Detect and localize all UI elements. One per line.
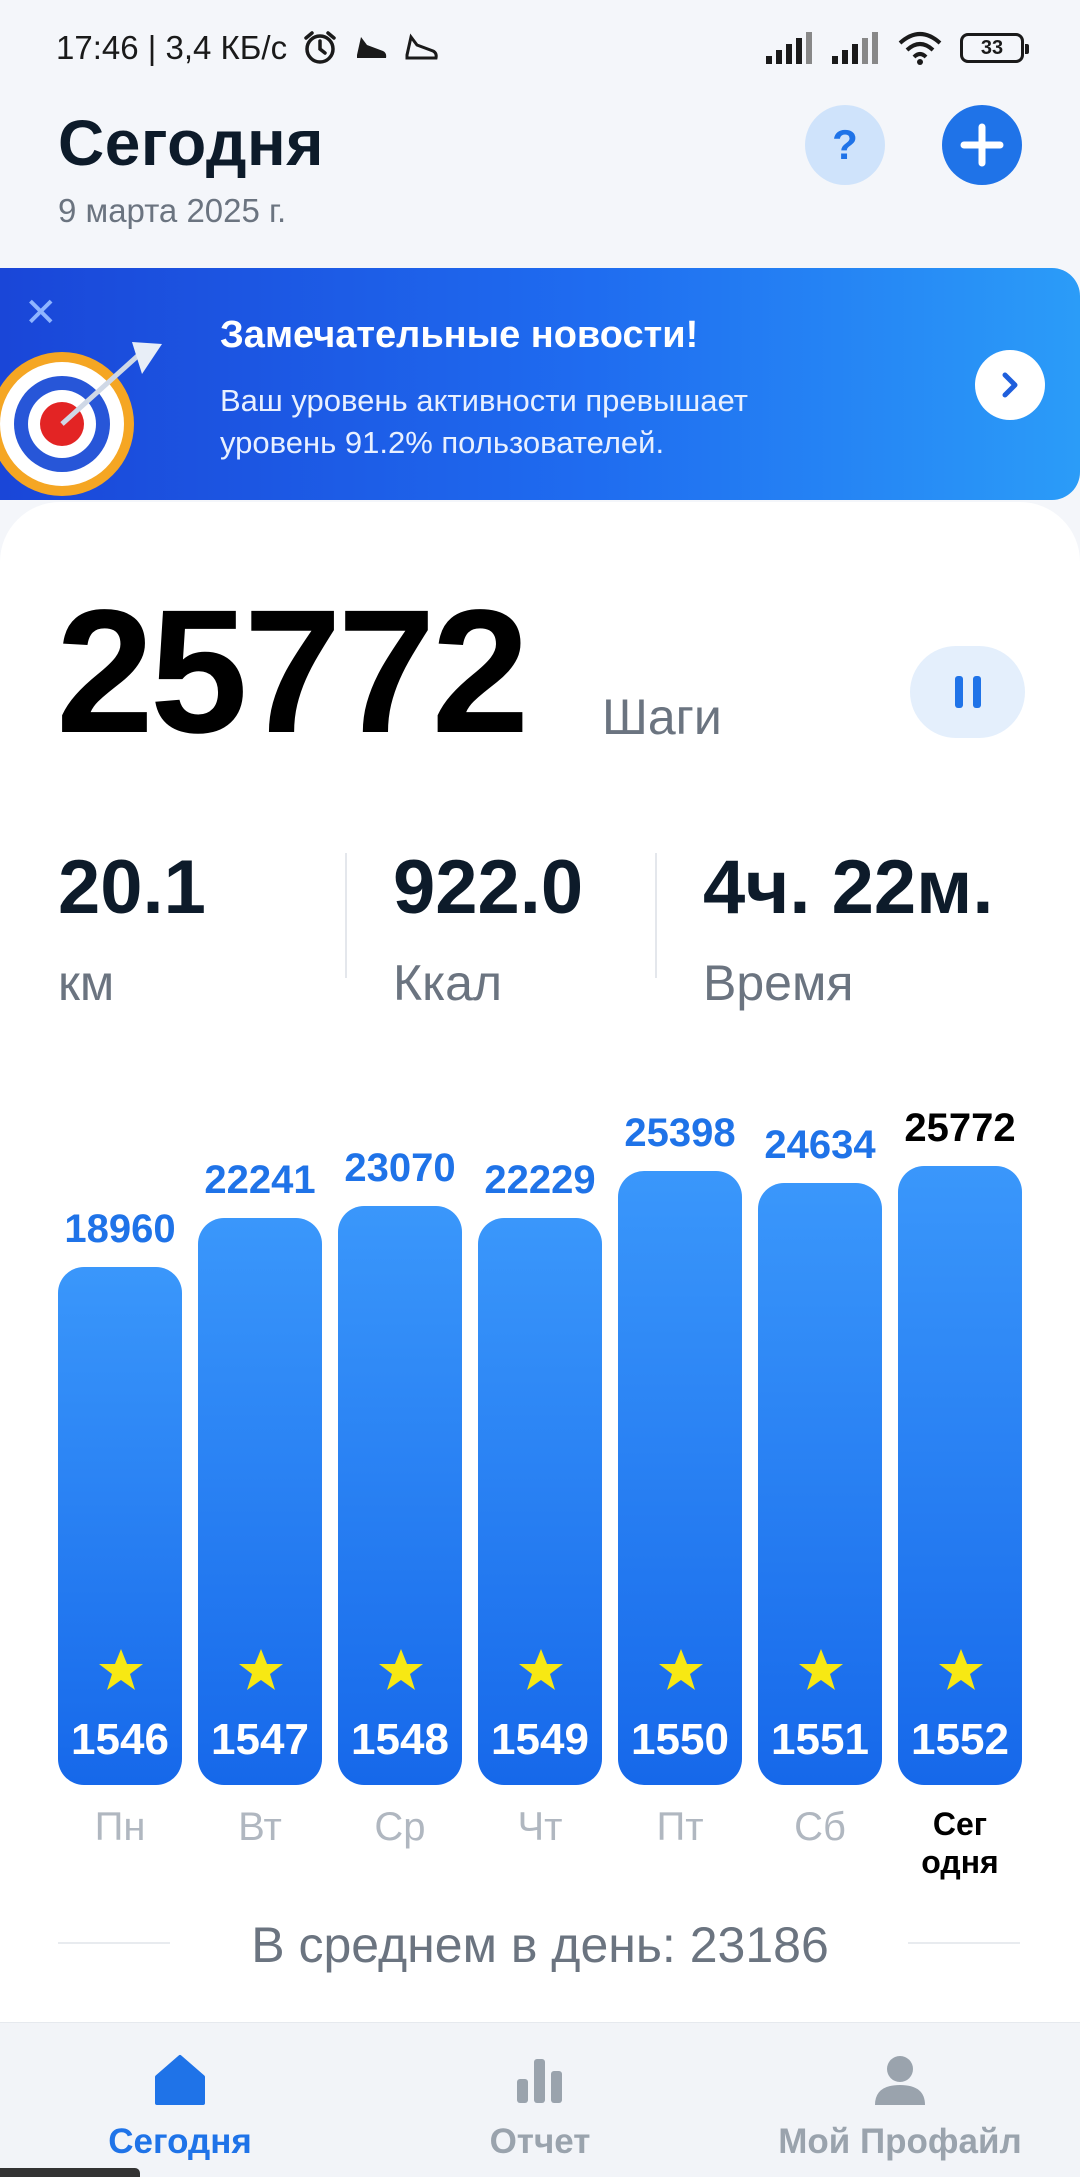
profile-icon [875,2056,925,2105]
question-icon: ? [832,121,858,168]
bar-rank-label: 1546 [71,1714,169,1764]
stat-value: 20.1 [58,845,206,930]
bar-chart-icon [517,2059,562,2103]
bar-rank-label: 1551 [771,1714,869,1764]
stat-distance: 20.1 км [58,850,206,1012]
page-date: 9 марта 2025 г. [58,192,287,229]
steps-unit: Шаги [602,689,722,745]
shoe-icon [353,33,389,63]
stat-label: км [58,955,115,1011]
bar-day-label: Сб [794,1805,846,1849]
star-icon [238,1647,284,1693]
bar-rank-label: 1549 [491,1714,589,1764]
bar-rank-label: 1552 [911,1714,1009,1764]
bar-day-label: Пн [94,1805,146,1849]
plus-icon [960,123,1004,167]
steps-count: 25772 [56,574,529,770]
add-button[interactable] [942,105,1022,185]
nav-label: Сегодня [108,2122,252,2161]
bar-value-label: 22229 [484,1158,596,1203]
star-icon [798,1647,844,1693]
chart-bar[interactable]: 1546 [58,1266,182,1785]
pause-icon [954,676,963,708]
stat-value: 4ч. 22м. [703,845,994,930]
signal-icon [832,32,880,64]
pause-button[interactable] [910,646,1025,738]
chart-bar[interactable]: 1548 [338,1205,462,1785]
stat-time: 4ч. 22м. Время [703,850,994,1012]
chart-bar[interactable]: 1551 [758,1182,882,1785]
bar-rank-label: 1547 [211,1714,309,1764]
bar-day-label: Пт [656,1805,704,1849]
nav-label: Мой Профайл [778,2122,1022,2161]
nav-profile[interactable]: Мой Профайл [760,2033,1040,2162]
home-icon [155,2055,205,2105]
alarm-icon [301,29,339,67]
bar-value-label: 25772 [904,1105,1016,1150]
star-icon [378,1647,424,1693]
signal-icon [766,32,814,64]
nav-label: Отчет [489,2122,591,2161]
status-time: 17:46 | 3,4 КБ/с [56,29,288,66]
bar-rank-label: 1550 [631,1714,729,1764]
wifi-icon [898,31,942,65]
stat-value: 922.0 [393,845,584,930]
bar-day-label: Вт [238,1805,282,1849]
chart-bar[interactable]: 1549 [478,1218,602,1785]
bar-value-label: 22241 [204,1158,316,1203]
battery-icon: 33 [960,33,1029,63]
divider [655,853,657,978]
divider [345,853,347,978]
star-icon [938,1647,984,1693]
stat-calories: 922.0 Ккал [393,850,583,1012]
page-title: Сегодня [58,107,324,179]
star-icon [98,1647,144,1693]
stat-label: Ккал [393,955,503,1011]
help-button[interactable]: ? [805,105,885,185]
bar-day-label: Чт [517,1805,563,1849]
status-bar: 17:46 | 3,4 КБ/с 33 [0,0,1080,96]
chart-bar[interactable]: 1547 [198,1218,322,1785]
chevron-right-icon [1002,372,1018,398]
bar-rank-label: 1548 [351,1714,449,1764]
weekly-steps-chart: 18960 1546 Пн 22241 1547 Вт 23070 1548 Ср 22229 15… [0,1060,1080,1880]
bar-day-label: Ср [374,1805,426,1849]
star-icon [658,1647,704,1693]
stat-label: Время [703,955,854,1011]
shoe-icon [403,33,439,63]
achievement-banner[interactable]: ✕ Замечательные новости! Ваш уровень акт… [0,268,1080,500]
bar-day-label: Сег одня [921,1806,999,1880]
nav-report[interactable]: Отчет [460,2033,620,2162]
bottom-nav: Сегодня Отчет Мой Профайл [0,2022,1080,2177]
bar-value-label: 23070 [344,1145,456,1190]
bar-value-label: 25398 [624,1111,736,1156]
nav-today[interactable]: Сегодня [100,2033,260,2162]
bar-value-label: 24634 [764,1122,876,1167]
header: Сегодня 9 марта 2025 г. [58,106,324,230]
banner-title: Замечательные новости! [220,314,699,356]
star-icon [518,1647,564,1693]
chart-bar[interactable]: 1550 [618,1171,742,1785]
bar-value-label: 18960 [64,1206,176,1251]
chart-bar[interactable]: 1552 [898,1165,1022,1785]
banner-arrow-button[interactable] [975,350,1045,420]
daily-average: В среднем в день: 23186 [251,1917,829,1973]
home-indicator [0,2168,140,2177]
target-icon [0,324,192,500]
banner-text: Ваш уровень активности превышает уровень… [220,383,748,460]
